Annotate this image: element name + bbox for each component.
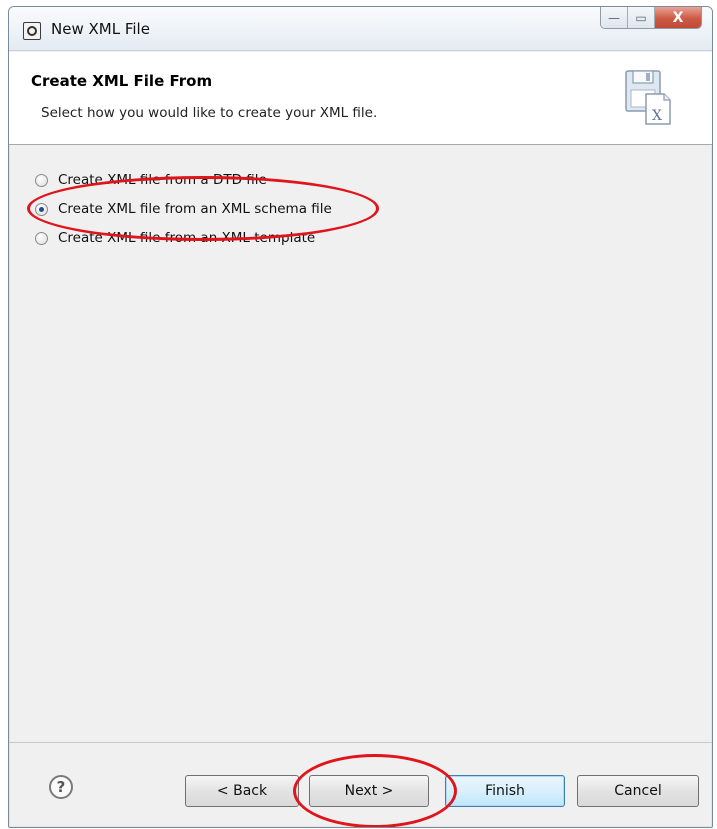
minimize-button[interactable]: — bbox=[601, 7, 628, 28]
help-icon[interactable]: ? bbox=[49, 775, 73, 799]
caption-buttons: — ▭ X bbox=[600, 7, 702, 29]
option-dtd-row[interactable]: Create XML file from a DTD file bbox=[35, 170, 267, 190]
page-description: Select how you would like to create your… bbox=[41, 105, 378, 121]
eclipse-app-icon bbox=[23, 22, 41, 40]
option-dtd-radio[interactable] bbox=[35, 173, 48, 187]
svg-text:X: X bbox=[652, 108, 662, 124]
new-xml-file-wizard-icon: X bbox=[625, 70, 671, 125]
back-button[interactable]: < Back bbox=[185, 775, 299, 807]
option-schema-label: Create XML file from an XML schema file bbox=[58, 201, 332, 217]
title-bar: New XML File — ▭ X bbox=[9, 7, 712, 51]
option-template-radio[interactable] bbox=[35, 231, 48, 245]
wizard-content: Create XML file from a DTD file Create X… bbox=[9, 146, 712, 736]
next-button[interactable]: Next > bbox=[309, 775, 429, 807]
option-dtd-label: Create XML file from a DTD file bbox=[58, 172, 267, 188]
maximize-button[interactable]: ▭ bbox=[628, 7, 655, 28]
wizard-header: Create XML File From Select how you woul… bbox=[9, 52, 712, 145]
window-title: New XML File bbox=[51, 20, 150, 38]
finish-button[interactable]: Finish bbox=[445, 775, 565, 807]
option-template-row[interactable]: Create XML file from an XML template bbox=[35, 228, 315, 248]
option-schema-radio[interactable] bbox=[35, 202, 48, 216]
page-title: Create XML File From bbox=[31, 72, 213, 90]
close-button[interactable]: X bbox=[655, 7, 701, 28]
option-schema-row[interactable]: Create XML file from an XML schema file bbox=[35, 199, 332, 219]
button-bar: ? < Back Next > Finish Cancel bbox=[9, 742, 712, 827]
new-xml-file-dialog: New XML File — ▭ X Create XML File From … bbox=[8, 6, 713, 828]
cancel-button[interactable]: Cancel bbox=[577, 775, 699, 807]
option-template-label: Create XML file from an XML template bbox=[58, 230, 316, 246]
